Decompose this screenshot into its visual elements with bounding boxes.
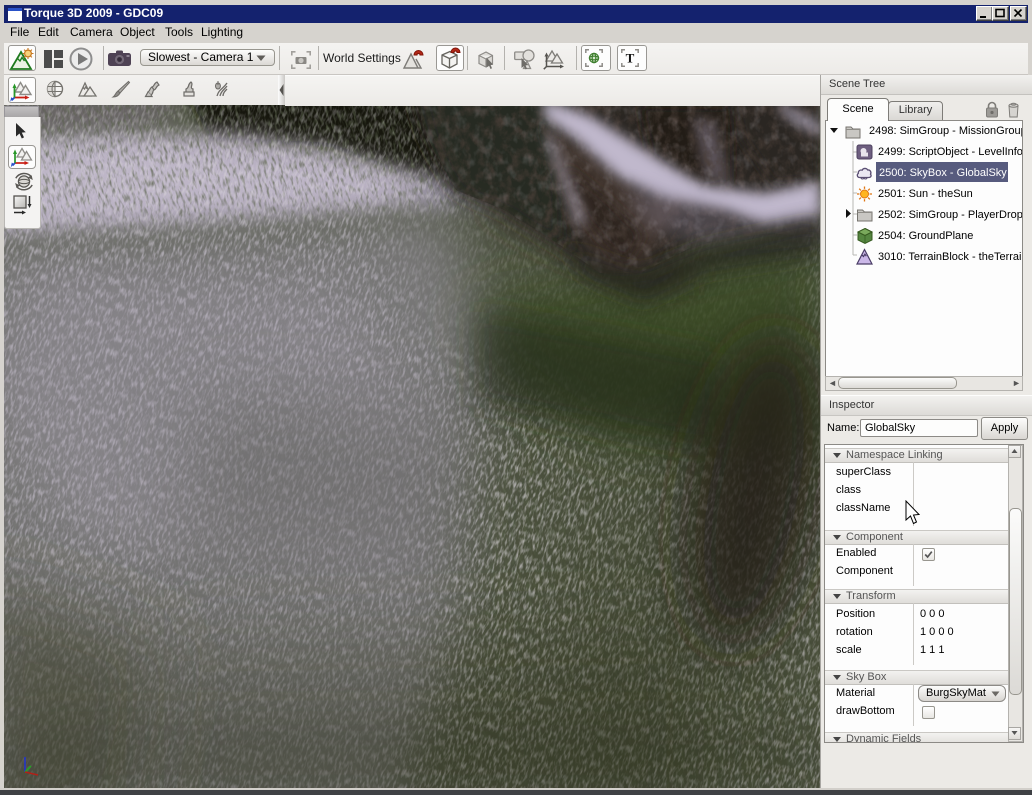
svg-text:T: T (626, 51, 635, 66)
